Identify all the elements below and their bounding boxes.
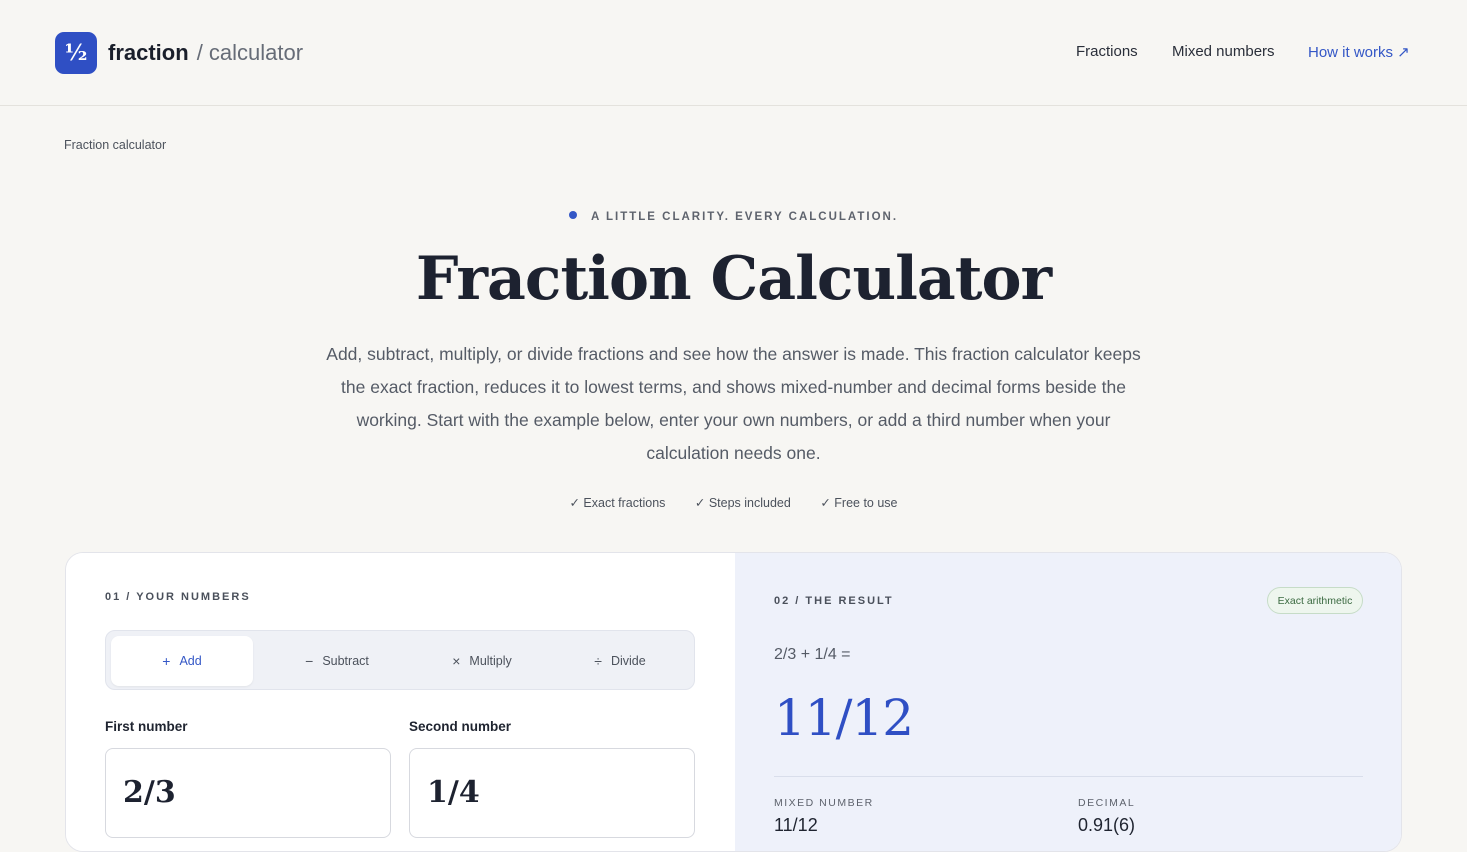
input-section-label: 01 / YOUR NUMBERS (105, 591, 251, 603)
feature-checks: ✓ Exact fractions ✓ Steps included ✓ Fre… (0, 495, 1467, 510)
brand-logo[interactable]: fraction / calculator (108, 39, 303, 67)
check-free-to-use: ✓ Free to use (820, 496, 898, 510)
page-title: Fraction Calculator (415, 244, 1052, 314)
logo-icon[interactable]: ½ (55, 32, 97, 74)
result-panel: 02 / THE RESULT Exact arithmetic 2/3 + 1… (735, 553, 1401, 851)
second-number-label: Second number (409, 719, 512, 734)
mixed-number-label: MIXED NUMBER (774, 797, 874, 809)
op-subtract-button[interactable]: − Subtract (266, 636, 408, 686)
plus-icon: + (162, 653, 171, 669)
divide-icon: ÷ (594, 653, 602, 669)
decimal-value: 0.91(6) (1078, 815, 1136, 835)
dot-icon (568, 211, 577, 219)
hero-description: Add, subtract, multiply, or divide fract… (326, 344, 1141, 463)
op-multiply-label: Multiply (469, 654, 512, 668)
operation-selector: + Add − Subtract × Multiply ÷ Divide (105, 630, 695, 690)
op-divide-button[interactable]: ÷ Divide (549, 636, 691, 686)
calculator-card: 01 / YOUR NUMBERS + Add − Subtract × Multip… (65, 552, 1402, 852)
op-divide-label: Divide (610, 654, 646, 668)
input-panel: 01 / YOUR NUMBERS + Add − Subtract × Multip… (66, 553, 735, 851)
decimal-label: DECIMAL (1078, 797, 1136, 809)
check-exact-fractions: ✓ Exact fractions (569, 496, 666, 510)
nav-mixed-numbers[interactable]: Mixed numbers (1172, 43, 1275, 60)
op-multiply-button[interactable]: × Multiply (411, 636, 553, 686)
nav-fractions[interactable]: Fractions (1076, 43, 1138, 60)
hero-eyebrow: A LITTLE CLARITY. EVERY CALCULATION. (0, 211, 1467, 223)
first-number-label: First number (105, 719, 188, 734)
site-header: ½ fraction / calculator Fractions Mixed n… (0, 0, 1467, 106)
breadcrumb[interactable]: Fraction calculator (64, 138, 166, 152)
brand-suffix: / calculator (196, 40, 304, 65)
result-fraction: 11/12 (774, 689, 914, 747)
brand-name: fraction (108, 40, 189, 65)
exact-arithmetic-badge: Exact arithmetic (1267, 587, 1363, 614)
result-divider (774, 776, 1363, 777)
eyebrow-text: A LITTLE CLARITY. EVERY CALCULATION. (590, 211, 899, 223)
minus-icon: − (305, 653, 314, 669)
op-subtract-label: Subtract (322, 654, 369, 668)
result-section-label: 02 / THE RESULT (774, 595, 894, 607)
result-expression: 2/3 + 1/4 = (774, 646, 851, 663)
nav-how-it-works[interactable]: How it works ↗ (1308, 43, 1410, 61)
op-add-label: Add (179, 654, 202, 668)
op-add-button[interactable]: + Add (111, 636, 253, 686)
times-icon: × (452, 653, 461, 669)
check-steps-included: ✓ Steps included (694, 496, 791, 510)
mixed-number-value: 11/12 (774, 815, 818, 835)
